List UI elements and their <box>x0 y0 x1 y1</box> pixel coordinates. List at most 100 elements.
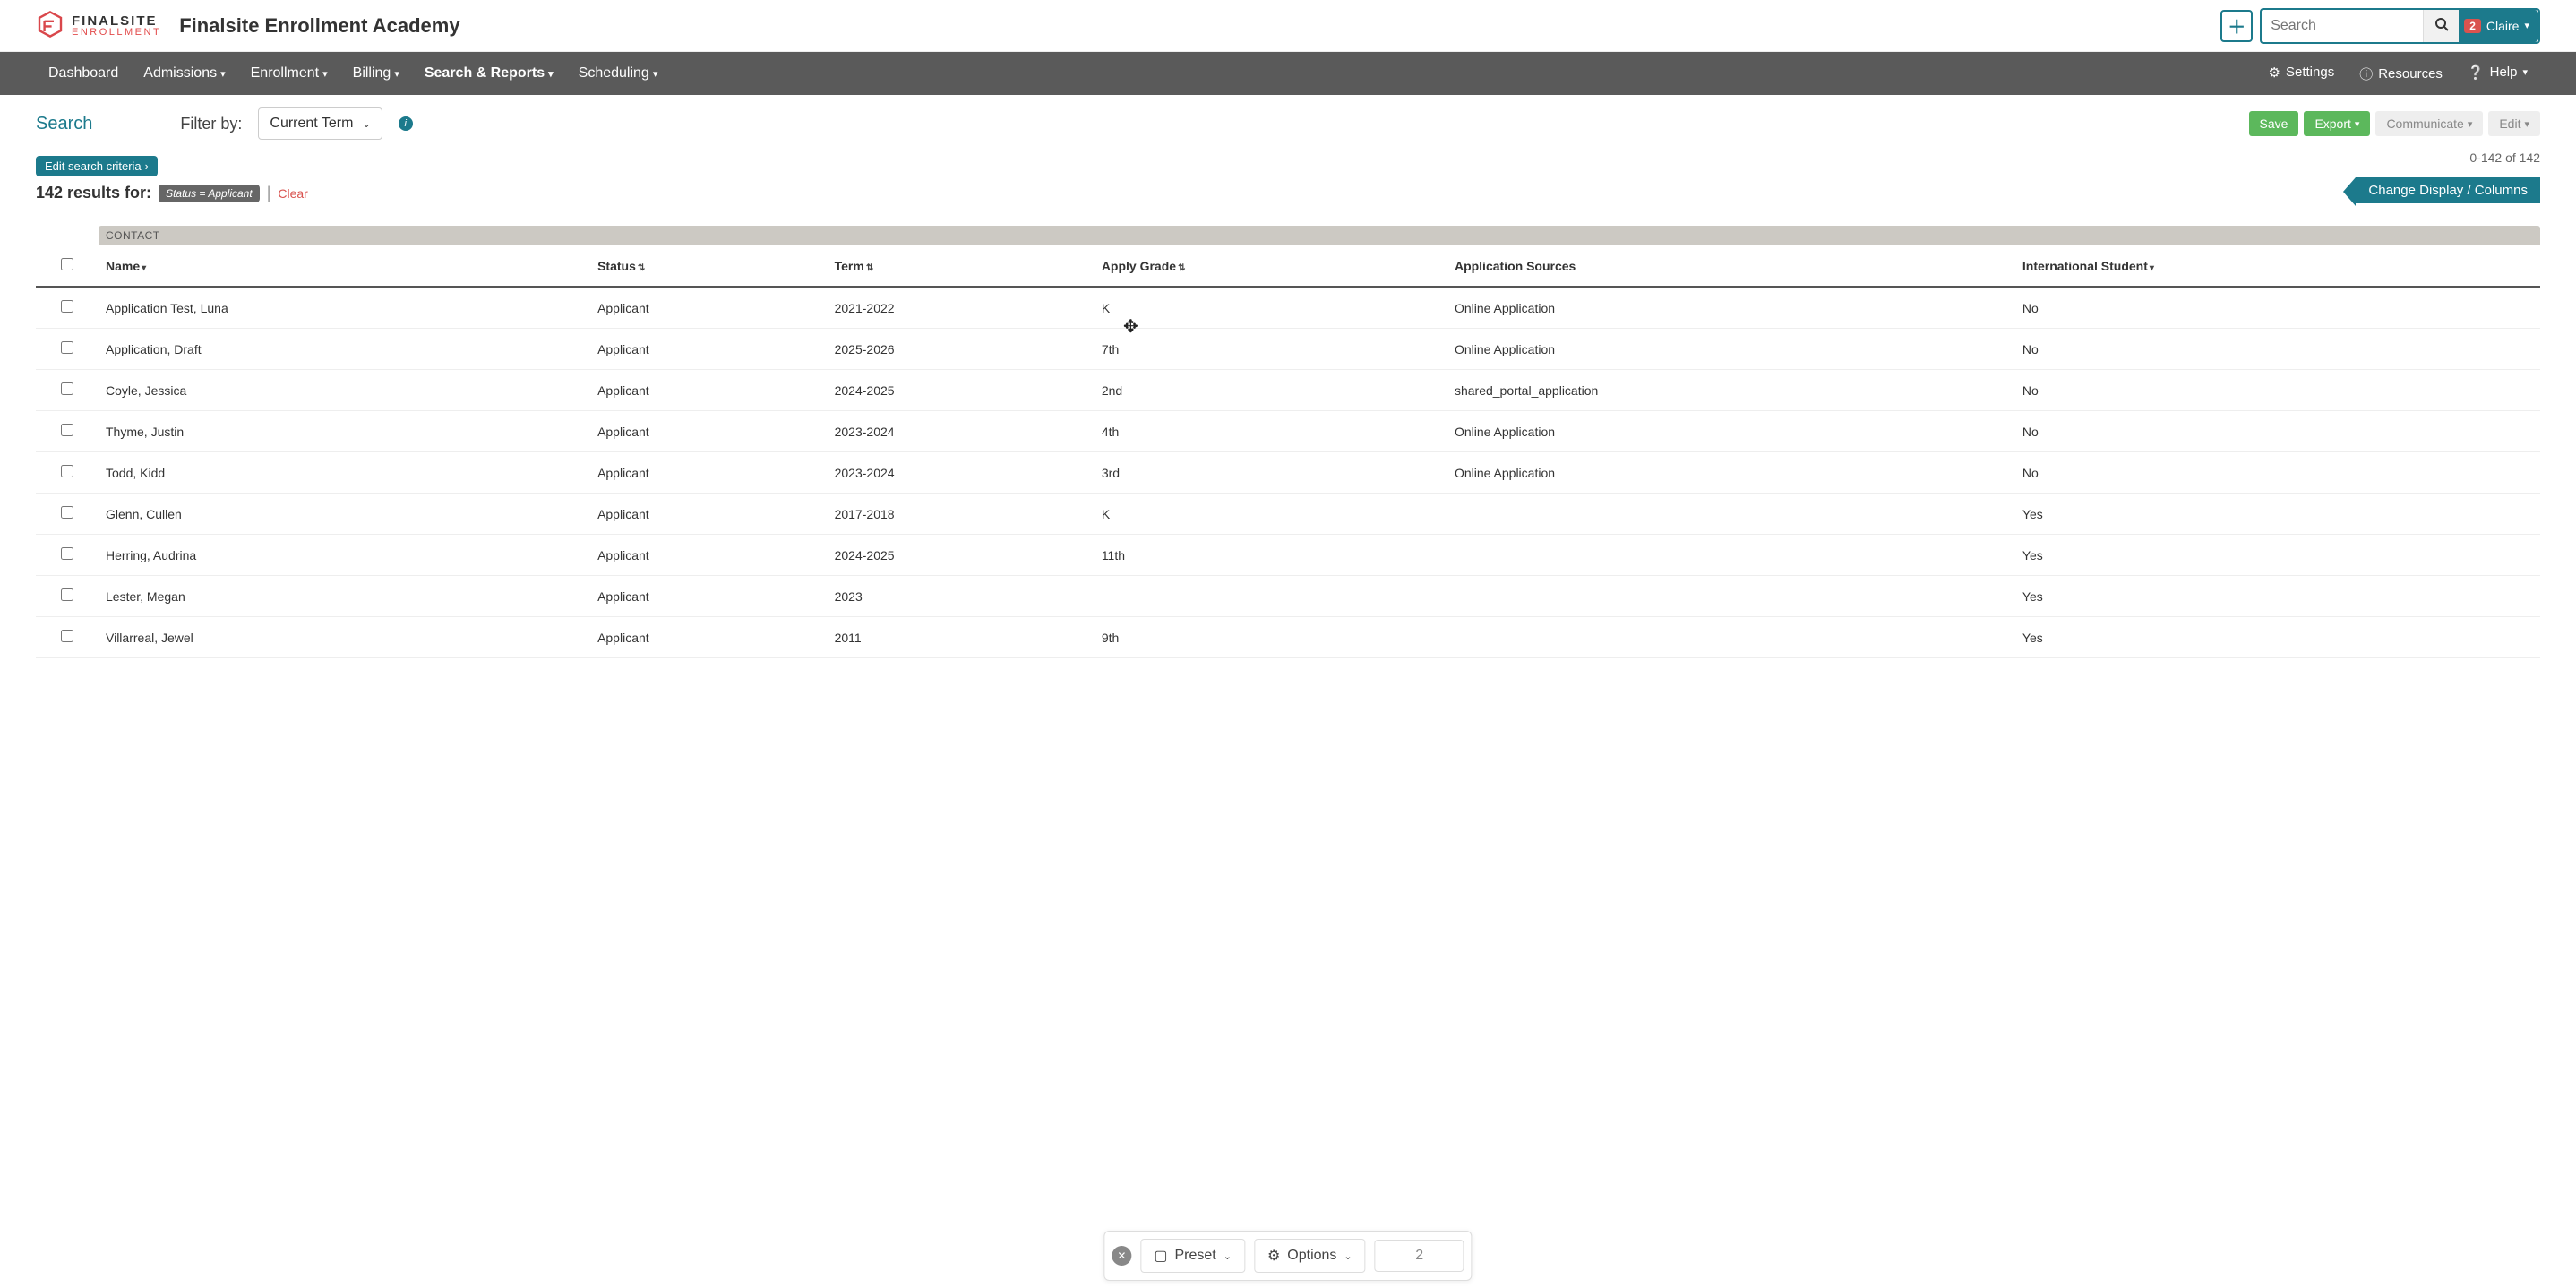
cell-grade: 3rd <box>1095 452 1447 494</box>
cell-intl: Yes <box>2015 535 2540 576</box>
chevron-down-icon: ▾ <box>2524 118 2529 130</box>
table-row[interactable]: Application Test, LunaApplicant2021-2022… <box>36 287 2540 329</box>
table-row[interactable]: Application, DraftApplicant2025-20267thO… <box>36 329 2540 370</box>
result-range: 0-142 of 142 <box>2469 150 2540 165</box>
cell-name: Application, Draft <box>99 329 590 370</box>
search-input[interactable] <box>2262 12 2423 40</box>
nav-scheduling[interactable]: Scheduling▾ <box>566 52 671 95</box>
cell-term: 2023-2024 <box>828 452 1095 494</box>
sort-icon: ⇅ <box>866 263 873 273</box>
logo-icon <box>36 10 64 41</box>
cell-name: Villarreal, Jewel <box>99 617 590 658</box>
export-button[interactable]: Export▾ <box>2304 111 2370 136</box>
clear-link[interactable]: Clear <box>278 186 307 201</box>
row-checkbox[interactable] <box>61 341 73 354</box>
page-input[interactable] <box>1375 1240 1464 1272</box>
user-menu[interactable]: 2 Claire ▾ <box>2459 10 2538 42</box>
table-row[interactable]: Coyle, JessicaApplicant2024-20252ndshare… <box>36 370 2540 411</box>
logo[interactable]: FINALSITE ENROLLMENT <box>36 10 161 41</box>
nav-dashboard[interactable]: Dashboard <box>36 52 131 95</box>
cell-term: 2023-2024 <box>828 411 1095 452</box>
chevron-down-icon: ▾ <box>394 68 399 80</box>
sort-icon: ⇅ <box>638 263 645 273</box>
cell-grade: K <box>1095 494 1447 535</box>
cell-source: Online Application <box>1447 411 2015 452</box>
cell-intl: No <box>2015 287 2540 329</box>
page-title: Search <box>36 114 92 134</box>
cell-grade: 4th <box>1095 411 1447 452</box>
chevron-down-icon: ⌄ <box>1344 1250 1352 1262</box>
col-term[interactable]: Term⇅ <box>828 245 1095 287</box>
results-table: Name▾ Status⇅ Term⇅ Apply Grade⇅ Applica… <box>36 245 2540 658</box>
cell-status: Applicant <box>590 452 828 494</box>
search-button[interactable] <box>2423 10 2459 42</box>
change-columns-button[interactable]: Change Display / Columns <box>2356 177 2540 203</box>
gear-icon: ⚙ <box>2269 64 2280 81</box>
row-checkbox[interactable] <box>61 547 73 560</box>
nav-settings[interactable]: ⚙Settings <box>2256 64 2348 81</box>
edit-button[interactable]: Edit▾ <box>2488 111 2540 136</box>
col-apply-grade[interactable]: Apply Grade⇅ <box>1095 245 1447 287</box>
logo-text: FINALSITE ENROLLMENT <box>72 14 161 38</box>
preset-button[interactable]: ▢ Preset ⌄ <box>1140 1239 1245 1273</box>
table-row[interactable]: Todd, KiddApplicant2023-20243rdOnline Ap… <box>36 452 2540 494</box>
table-row[interactable]: Villarreal, JewelApplicant20119thYes <box>36 617 2540 658</box>
col-name[interactable]: Name▾ <box>99 245 590 287</box>
info-icon: ⓘ <box>2359 64 2373 83</box>
filter-by-label: Filter by: <box>180 115 242 133</box>
filter-chip[interactable]: Status = Applicant <box>159 185 260 202</box>
edit-search-criteria[interactable]: Edit search criteria › <box>36 156 158 176</box>
table-row[interactable]: Thyme, JustinApplicant2023-20244thOnline… <box>36 411 2540 452</box>
table-row[interactable]: Herring, AudrinaApplicant2024-202511thYe… <box>36 535 2540 576</box>
col-app-sources[interactable]: Application Sources <box>1447 245 2015 287</box>
nav-enrollment[interactable]: Enrollment▾ <box>238 52 340 95</box>
chevron-down-icon: ▾ <box>2468 118 2473 130</box>
toolbar-close[interactable]: ✕ <box>1112 1246 1131 1266</box>
chevron-down-icon: ▾ <box>548 68 554 80</box>
cell-grade: 9th <box>1095 617 1447 658</box>
cell-intl: Yes <box>2015 576 2540 617</box>
cell-status: Applicant <box>590 287 828 329</box>
filter-term-select[interactable]: Current Term ⌄ <box>258 107 382 140</box>
table-row[interactable]: Glenn, CullenApplicant2017-2018KYes <box>36 494 2540 535</box>
row-checkbox[interactable] <box>61 382 73 395</box>
gear-icon: ⚙ <box>1267 1247 1280 1265</box>
cell-intl: No <box>2015 329 2540 370</box>
cell-intl: No <box>2015 452 2540 494</box>
table-row[interactable]: Lester, MeganApplicant2023Yes <box>36 576 2540 617</box>
add-button[interactable]: ＋ <box>2220 10 2253 42</box>
chevron-down-icon: ▾ <box>653 68 658 80</box>
save-button[interactable]: Save <box>2249 111 2299 136</box>
floating-toolbar: ✕ ▢ Preset ⌄ ⚙ Options ⌄ <box>1103 1231 1472 1281</box>
chevron-down-icon: ▾ <box>2524 20 2529 31</box>
row-checkbox[interactable] <box>61 506 73 519</box>
nav-resources[interactable]: ⓘResources <box>2347 64 2455 83</box>
nav-search-reports[interactable]: Search & Reports▾ <box>412 52 566 95</box>
nav-admissions[interactable]: Admissions▾ <box>131 52 237 95</box>
row-checkbox[interactable] <box>61 424 73 436</box>
info-icon[interactable]: i <box>399 116 413 131</box>
nav-billing[interactable]: Billing▾ <box>340 52 412 95</box>
cell-status: Applicant <box>590 576 828 617</box>
select-all-checkbox[interactable] <box>61 258 73 270</box>
row-checkbox[interactable] <box>61 300 73 313</box>
results-table-wrap: CONTACT Name▾ Status⇅ Term⇅ Apply Grade⇅… <box>36 226 2540 658</box>
col-status[interactable]: Status⇅ <box>590 245 828 287</box>
nav-help[interactable]: ❔Help▾ <box>2455 64 2540 81</box>
chevron-down-icon: ⌄ <box>362 118 370 130</box>
row-checkbox[interactable] <box>61 465 73 477</box>
cell-source: Online Application <box>1447 329 2015 370</box>
help-icon: ❔ <box>2468 64 2485 81</box>
row-checkbox[interactable] <box>61 630 73 642</box>
options-button[interactable]: ⚙ Options ⌄ <box>1254 1239 1366 1273</box>
col-intl-student[interactable]: International Student▾ <box>2015 245 2540 287</box>
cell-status: Applicant <box>590 494 828 535</box>
cell-intl: Yes <box>2015 617 2540 658</box>
column-group-contact: CONTACT <box>99 226 2540 245</box>
cell-grade: 7th <box>1095 329 1447 370</box>
cell-name: Thyme, Justin <box>99 411 590 452</box>
communicate-button[interactable]: Communicate▾ <box>2375 111 2483 136</box>
row-checkbox[interactable] <box>61 588 73 601</box>
cell-status: Applicant <box>590 617 828 658</box>
cell-term: 2021-2022 <box>828 287 1095 329</box>
